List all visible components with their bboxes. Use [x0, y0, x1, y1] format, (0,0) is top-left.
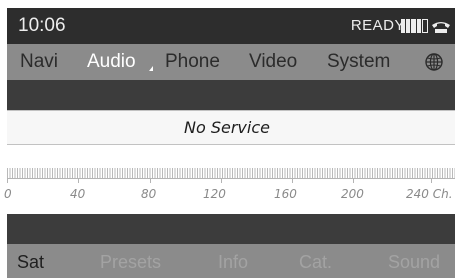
scale-label-80: 80 — [141, 187, 157, 201]
menu-item-video[interactable]: Video — [249, 50, 297, 74]
clock: 10:06 — [18, 15, 66, 36]
scale-major-tick — [353, 178, 354, 183]
upper-divider-band — [7, 80, 455, 110]
scale-minor-ticks — [7, 168, 455, 178]
menu-item-navi[interactable]: Navi — [20, 50, 58, 74]
head-unit-screen: 10:06 READY Navi Audio Phone Video Syste… — [0, 0, 455, 278]
audio-submenu-marker-icon — [149, 66, 153, 71]
scale-label-240-ch: 240 Ch. — [406, 187, 453, 201]
softkey-sat[interactable]: Sat — [17, 251, 44, 273]
scale-label-120: 120 — [203, 187, 226, 201]
globe-icon[interactable] — [425, 53, 443, 71]
softkey-sound[interactable]: Sound — [388, 251, 440, 273]
signal-strength-icon — [401, 19, 429, 33]
station-name: No Service — [184, 118, 270, 137]
lower-divider-band — [7, 214, 455, 244]
scale-label-160: 160 — [274, 187, 297, 201]
scale-major-tick — [7, 178, 8, 183]
scale-major-tick — [78, 178, 79, 183]
station-display[interactable]: No Service — [7, 110, 455, 145]
scale-baseline — [7, 178, 455, 179]
scale-label-40: 40 — [70, 187, 86, 201]
softkey-info[interactable]: Info — [218, 251, 248, 273]
scale-major-tick — [292, 178, 293, 183]
scale-major-tick — [150, 178, 151, 183]
main-menu-bar: Navi Audio Phone Video System — [7, 44, 455, 80]
softkey-bar: Sat Presets Info Cat. Sound — [7, 244, 455, 278]
softkey-presets[interactable]: Presets — [100, 251, 161, 273]
scale-label-0: 0 — [4, 187, 12, 201]
scale-label-200: 200 — [341, 187, 364, 201]
phone-handset-icon — [432, 22, 450, 33]
menu-item-system[interactable]: System — [327, 50, 390, 74]
ready-indicator: READY — [350, 17, 405, 34]
scale-major-tick — [431, 178, 432, 183]
scale-major-tick — [221, 178, 222, 183]
channel-scale[interactable]: 0 40 80 120 160 200 240 Ch. — [4, 145, 455, 214]
menu-item-phone[interactable]: Phone — [165, 50, 220, 74]
status-bar: 10:06 READY — [7, 8, 455, 44]
menu-item-audio[interactable]: Audio — [87, 50, 136, 74]
softkey-cat[interactable]: Cat. — [299, 251, 332, 273]
